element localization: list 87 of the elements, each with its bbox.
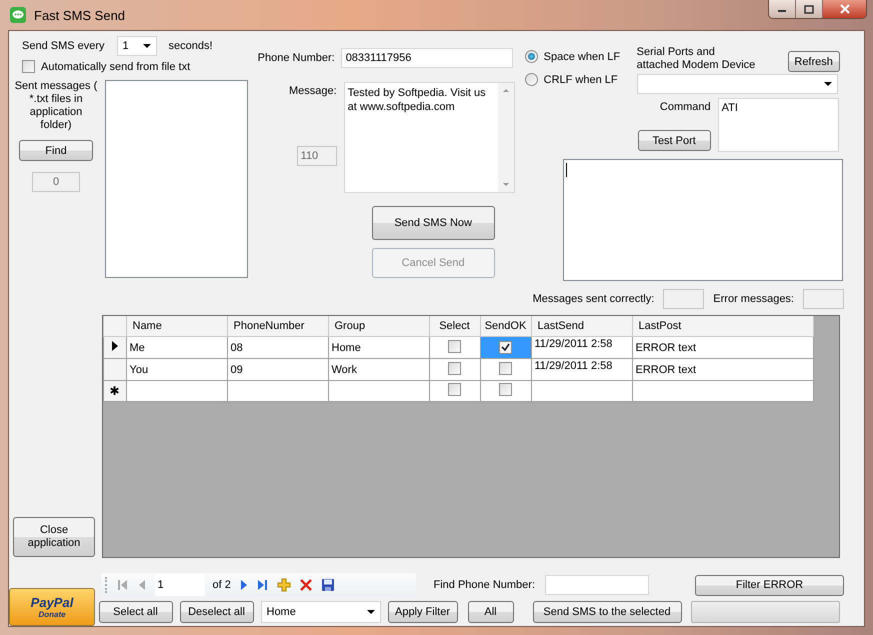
paypal-donate-button[interactable]: PayPal Donate xyxy=(9,588,95,626)
window-title: Fast SMS Send xyxy=(34,8,126,22)
serial-ports-label: Serial Ports and attached Modem Device xyxy=(636,46,756,72)
sent-messages-label: Sent messages ( *.txt files in application folder) xyxy=(14,80,98,132)
command-label: Command xyxy=(660,101,711,113)
auto-send-label: Automatically send from file txt xyxy=(41,60,190,72)
table-cell: Work xyxy=(328,358,429,380)
column-header[interactable]: LastSend xyxy=(531,316,632,336)
close-button[interactable] xyxy=(823,0,866,18)
radio-label: Space when LF xyxy=(544,50,620,62)
auto-send-checkbox[interactable] xyxy=(22,60,35,73)
new-row-icon: ✱ xyxy=(110,384,120,398)
phone-number-field[interactable]: 08331117956 xyxy=(340,48,513,68)
table-cell: 11/29/2011 2:58 xyxy=(531,358,632,380)
chat-bubble-icon xyxy=(10,7,26,23)
find-phone-label: Find Phone Number: xyxy=(434,579,535,591)
filter-error-button[interactable]: Filter ERROR xyxy=(695,574,844,596)
add-icon[interactable] xyxy=(276,578,291,592)
error-messages-field xyxy=(803,289,844,309)
close-icon xyxy=(838,4,850,14)
char-count-field: 110 xyxy=(296,146,337,166)
first-page-icon[interactable] xyxy=(116,579,128,591)
table-cell: ERROR text xyxy=(632,358,813,380)
table-cell: Home xyxy=(328,336,429,358)
table-cell: 11/29/2011 2:58 xyxy=(531,336,632,358)
apply-filter-button[interactable]: Apply Filter xyxy=(388,601,458,623)
radio-button[interactable] xyxy=(524,73,538,86)
deselect-all-button[interactable]: Deselect all xyxy=(180,601,254,623)
send-ok-checkbox[interactable] xyxy=(499,383,512,396)
last-page-icon[interactable] xyxy=(256,579,269,591)
send-to-selected-button[interactable]: Send SMS to the selected xyxy=(532,601,682,623)
delete-icon[interactable] xyxy=(298,578,313,592)
maximize-button[interactable] xyxy=(796,0,823,18)
modem-output-field[interactable] xyxy=(562,159,843,281)
previous-page-icon[interactable] xyxy=(136,579,146,591)
close-application-button[interactable]: Close application xyxy=(13,517,95,557)
page-position-field[interactable]: 1 xyxy=(154,574,204,596)
column-header[interactable]: LastPost xyxy=(632,316,813,336)
send-ok-checkbox[interactable] xyxy=(499,362,512,374)
donate-label: Donate xyxy=(38,610,66,618)
table-cell: Me xyxy=(126,336,227,358)
radio-button[interactable] xyxy=(524,50,538,63)
minimize-button[interactable] xyxy=(769,0,796,18)
send-sms-now-button[interactable]: Send SMS Now xyxy=(372,206,495,240)
command-field[interactable]: ATI xyxy=(718,98,839,152)
radio-label: CRLF when LF xyxy=(544,74,618,86)
column-header[interactable]: Group xyxy=(328,316,429,336)
group-filter-dropdown[interactable]: Home xyxy=(260,601,380,623)
paypal-logo: PayPal xyxy=(30,596,74,610)
refresh-button[interactable]: Refresh xyxy=(788,51,840,72)
column-header[interactable]: PhoneNumber xyxy=(227,316,328,336)
select-all-button[interactable]: Select all xyxy=(98,601,172,623)
interval-dropdown[interactable]: 1 xyxy=(116,36,157,56)
select-checkbox[interactable] xyxy=(448,383,461,396)
next-page-icon[interactable] xyxy=(238,579,249,591)
column-header[interactable]: Name xyxy=(126,316,227,336)
table-cell: 08 xyxy=(227,336,328,358)
page-count-label: of 2 xyxy=(212,579,231,591)
phone-number-label: Phone Number: xyxy=(258,52,335,64)
scrollbar[interactable] xyxy=(498,83,514,192)
table-cell: 09 xyxy=(227,358,328,380)
table-cell: You xyxy=(126,358,227,380)
sent-correctly-field xyxy=(663,289,704,309)
message-field[interactable]: Tested by Softpedia. Visit us at www.softpedia.com xyxy=(344,82,515,193)
sent-messages-list[interactable] xyxy=(105,80,248,278)
message-label: Message: xyxy=(288,85,337,97)
current-row-icon xyxy=(112,341,118,351)
seconds-label: seconds! xyxy=(168,40,213,52)
column-header[interactable]: SendOK xyxy=(480,316,531,336)
column-header[interactable]: Select xyxy=(429,316,480,336)
test-port-button[interactable]: Test Port xyxy=(638,130,711,151)
sent-correctly-label: Messages sent correctly: xyxy=(532,293,654,305)
select-checkbox[interactable] xyxy=(448,362,461,374)
all-button[interactable]: All xyxy=(468,601,514,623)
row-header[interactable] xyxy=(103,336,126,358)
sent-count-field: 0 xyxy=(32,172,80,192)
save-icon[interactable] xyxy=(320,578,335,592)
row-header[interactable]: ✱ xyxy=(103,380,126,402)
send-ok-checkbox[interactable] xyxy=(499,340,512,354)
table-cell: ERROR text xyxy=(632,336,813,358)
maximize-icon xyxy=(804,4,814,14)
error-messages-label: Error messages: xyxy=(713,293,794,305)
send-every-label: Send SMS every xyxy=(22,40,105,52)
find-button[interactable]: Find xyxy=(19,140,93,161)
select-checkbox[interactable] xyxy=(448,340,461,352)
find-phone-field[interactable] xyxy=(545,575,649,595)
row-header xyxy=(103,316,126,336)
